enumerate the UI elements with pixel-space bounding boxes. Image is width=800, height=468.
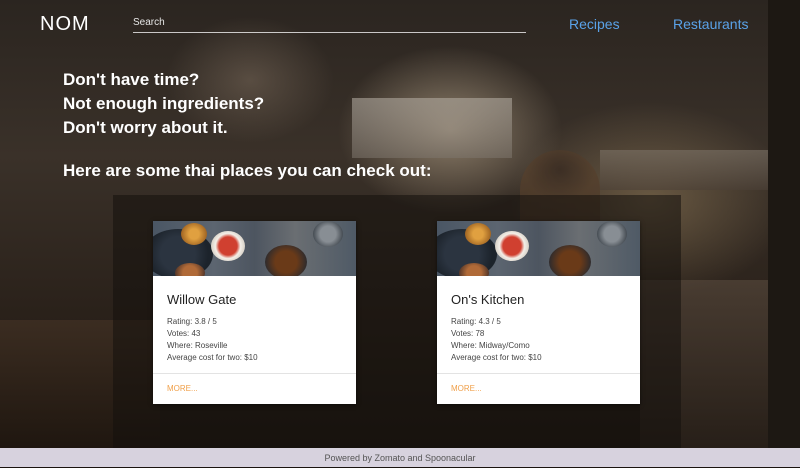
nav-restaurants-link[interactable]: Restaurants [673, 16, 748, 32]
restaurant-votes: Votes: 78 [451, 329, 485, 338]
restaurant-rating: Rating: 4.3 / 5 [451, 317, 501, 326]
results-heading: Here are some thai places you can check … [63, 161, 432, 180]
card-footer: MORE... [437, 373, 640, 404]
nav-recipes-link[interactable]: Recipes [569, 16, 620, 32]
restaurant-location: Where: Roseville [167, 341, 228, 350]
page-footer: Powered by Zomato and Spoonacular [0, 448, 800, 467]
search-bar[interactable] [133, 12, 526, 33]
food-photo [153, 221, 356, 276]
restaurant-name: Willow Gate [167, 292, 237, 307]
restaurant-card[interactable]: On's Kitchen Rating: 4.3 / 5 Votes: 78 W… [437, 221, 640, 404]
hero-line: Don't have time? [63, 70, 200, 89]
hero-line: Don't worry about it. [63, 118, 228, 137]
more-link[interactable]: MORE... [451, 384, 482, 393]
hero-line: Not enough ingredients? [63, 94, 265, 113]
restaurant-cost: Average cost for two: $10 [451, 353, 542, 362]
restaurant-rating: Rating: 3.8 / 5 [167, 317, 217, 326]
food-photo [437, 221, 640, 276]
search-input[interactable] [133, 13, 526, 32]
logo[interactable]: NOM [40, 13, 90, 36]
card-footer: MORE... [153, 373, 356, 404]
hero-text: Don't have time? Not enough ingredients?… [63, 68, 264, 140]
restaurant-location: Where: Midway/Como [451, 341, 530, 350]
restaurant-card[interactable]: Willow Gate Rating: 3.8 / 5 Votes: 43 Wh… [153, 221, 356, 404]
restaurant-cost: Average cost for two: $10 [167, 353, 258, 362]
restaurant-name: On's Kitchen [451, 292, 525, 307]
more-link[interactable]: MORE... [167, 384, 198, 393]
footer-credit: Powered by Zomato and Spoonacular [324, 453, 476, 463]
restaurant-votes: Votes: 43 [167, 329, 201, 338]
